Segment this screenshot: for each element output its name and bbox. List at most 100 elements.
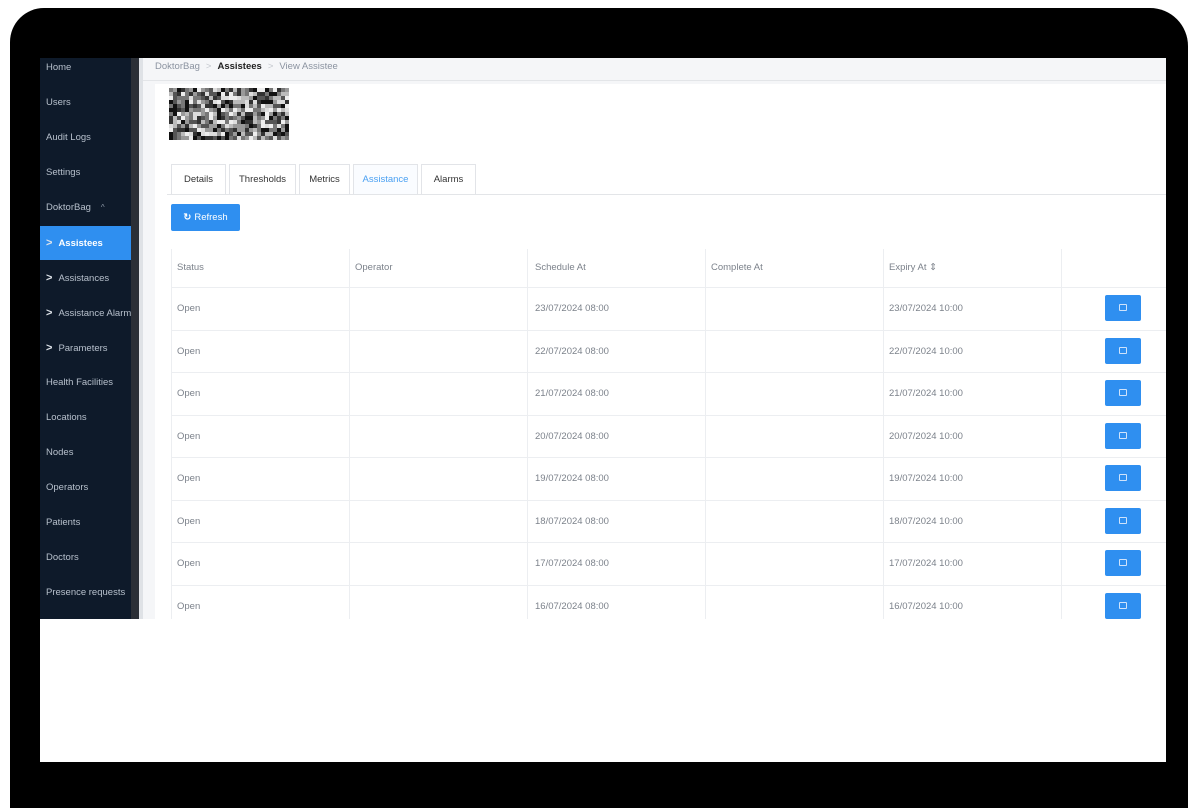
column-header-operator: Operator: [355, 262, 393, 273]
sidebar-item-assistees[interactable]: > Assistees: [40, 226, 131, 260]
sidebar-item-locations[interactable]: Locations: [40, 401, 131, 435]
sidebar-item-settings[interactable]: Settings: [40, 156, 131, 190]
calendar-icon: [1119, 389, 1127, 396]
cell-expiry-at: 22/07/2024 10:00: [889, 345, 963, 357]
schedule-button[interactable]: [1105, 465, 1141, 491]
sidebar-item-patients[interactable]: Patients: [40, 506, 131, 540]
table-row: Open 18/07/2024 08:00 18/07/2024 10:00: [171, 500, 1166, 543]
sidebar-item-label: Assistance Alarms: [58, 308, 131, 319]
column-header-schedule: Schedule At: [535, 262, 586, 273]
cell-status: Open: [177, 558, 201, 569]
cell-status: Open: [177, 600, 201, 612]
main-content: DoktorBag > Assistees > View Assistee Detail…: [143, 58, 1166, 619]
sidebar-item-doktorbag[interactable]: DoktorBag ^: [40, 191, 131, 225]
calendar-icon: [1119, 474, 1127, 481]
sidebar-item-label: Assistees: [58, 238, 103, 249]
sidebar-item-label: Presence requests: [46, 587, 126, 598]
cell-status: Open: [177, 345, 201, 357]
breadcrumb-divider: [143, 80, 1166, 81]
table-row: Open 19/07/2024 08:00 19/07/2024 10:00: [171, 457, 1166, 500]
chevron-up-icon: ^: [100, 203, 105, 212]
breadcrumb-current: View Assistee: [279, 61, 338, 72]
table-row: Open 21/07/2024 08:00 21/07/2024 10:00: [171, 372, 1166, 415]
sidebar-item-label: Patients: [46, 517, 81, 528]
tab-alarms[interactable]: Alarms: [421, 164, 476, 194]
schedule-button[interactable]: [1105, 507, 1141, 534]
cell-schedule-at: 17/07/2024 08:00: [535, 558, 609, 569]
sidebar: Home Users Audit Logs Settings DoktorBag ^ > As…: [40, 58, 131, 619]
app-screen: Home Users Audit Logs Settings DoktorBag ^ > As…: [40, 58, 1166, 619]
cell-expiry-at: 20/07/2024 10:00: [889, 430, 963, 442]
sidebar-item-home[interactable]: Home: [40, 58, 131, 85]
column-header-complete: Complete At: [711, 262, 763, 273]
sidebar-item-health-facilities[interactable]: Health Facilities: [40, 366, 131, 400]
chevron-right-icon: >: [46, 342, 53, 354]
sidebar-item-label: Locations: [46, 412, 87, 423]
schedule-button[interactable]: [1105, 380, 1141, 406]
sidebar-item-presence-requests[interactable]: Presence requests: [40, 576, 131, 610]
cell-schedule-at: 20/07/2024 08:00: [535, 430, 609, 442]
schedule-button[interactable]: [1105, 422, 1141, 449]
sidebar-item-users[interactable]: Users: [40, 86, 131, 120]
column-header-expiry[interactable]: Expiry At ⇕: [889, 262, 937, 273]
refresh-button-label: Refresh: [194, 212, 228, 223]
sidebar-item-label: Assistances: [58, 273, 110, 284]
refresh-icon: ↻: [183, 212, 192, 223]
calendar-icon: [1119, 304, 1127, 311]
sidebar-item-assistance-alarms[interactable]: > Assistance Alarms: [40, 296, 131, 330]
breadcrumb-separator: >: [267, 61, 274, 72]
calendar-icon: [1119, 346, 1127, 354]
calendar-icon: [1119, 601, 1127, 609]
cell-schedule-at: 19/07/2024 08:00: [535, 473, 609, 484]
cell-status: Open: [177, 303, 201, 314]
tab-bar-divider: [167, 194, 1166, 195]
sidebar-item-label: Nodes: [46, 447, 74, 458]
sidebar-item-operators[interactable]: Operators: [40, 471, 131, 505]
tab-metrics[interactable]: Metrics: [299, 164, 350, 194]
sidebar-item-parameters[interactable]: > Parameters: [40, 331, 131, 365]
breadcrumb: DoktorBag > Assistees > View Assistee: [155, 61, 338, 72]
schedule-button[interactable]: [1105, 295, 1141, 321]
table-row: Open 22/07/2024 08:00 22/07/2024 10:00: [171, 330, 1166, 373]
tab-details[interactable]: Details: [171, 164, 226, 194]
cell-expiry-at: 18/07/2024 10:00: [889, 515, 963, 527]
breadcrumb-section[interactable]: Assistees: [217, 61, 261, 72]
redacted-image: [169, 88, 289, 140]
cell-schedule-at: 18/07/2024 08:00: [535, 515, 609, 527]
cell-status: Open: [177, 430, 201, 442]
sidebar-item-label: Health Facilities: [46, 377, 114, 388]
sidebar-item-audit-logs[interactable]: Audit Logs: [40, 121, 131, 155]
calendar-icon: [1119, 559, 1127, 566]
sidebar-item-label: Home: [46, 62, 72, 73]
sidebar-item-label: Users: [46, 97, 71, 108]
tab-assistance[interactable]: Assistance: [353, 164, 418, 194]
sidebar-item-label: Operators: [46, 482, 89, 493]
column-header-status: Status: [177, 262, 204, 273]
sidebar-item-label: Doctors: [46, 552, 79, 563]
chevron-right-icon: >: [46, 307, 53, 319]
tab-thresholds[interactable]: Thresholds: [229, 164, 296, 194]
sidebar-item-assistances[interactable]: > Assistances: [40, 261, 131, 295]
schedule-button[interactable]: [1105, 592, 1141, 619]
cell-status: Open: [177, 473, 201, 484]
sidebar-item-label: Audit Logs: [46, 132, 91, 143]
cell-expiry-at: 16/07/2024 10:00: [889, 600, 963, 612]
sidebar-item-label: DoktorBag: [46, 202, 91, 213]
breadcrumb-root[interactable]: DoktorBag: [155, 61, 200, 72]
table-row: Open 20/07/2024 08:00 20/07/2024 10:00: [171, 415, 1166, 458]
sidebar-item-label: Parameters: [58, 343, 108, 354]
cell-expiry-at: 19/07/2024 10:00: [889, 473, 963, 484]
assistee-card: Details Thresholds Metrics Assistance Alarms…: [155, 84, 1166, 619]
table-row: Open 23/07/2024 08:00 23/07/2024 10:00: [171, 287, 1166, 330]
cell-schedule-at: 16/07/2024 08:00: [535, 600, 609, 612]
breadcrumb-separator: >: [205, 61, 212, 72]
schedule-button[interactable]: [1105, 550, 1141, 576]
schedule-button[interactable]: [1105, 337, 1141, 364]
cell-expiry-at: 23/07/2024 10:00: [889, 303, 963, 314]
refresh-button[interactable]: ↻ Refresh: [171, 204, 240, 231]
cell-status: Open: [177, 515, 201, 527]
cell-expiry-at: 21/07/2024 10:00: [889, 388, 963, 399]
sidebar-item-doctors[interactable]: Doctors: [40, 541, 131, 575]
sidebar-item-nodes[interactable]: Nodes: [40, 436, 131, 470]
sidebar-item-label: Settings: [46, 167, 81, 178]
